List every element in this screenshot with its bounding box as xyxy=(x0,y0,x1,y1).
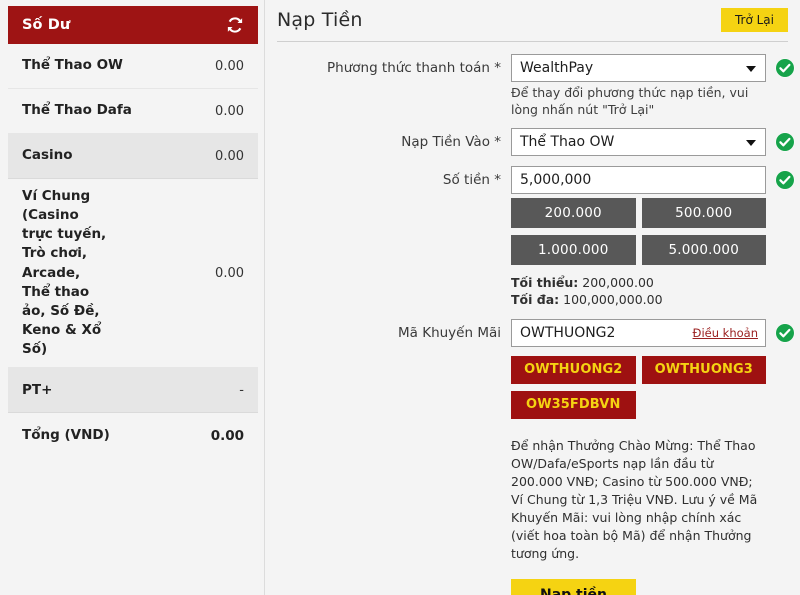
balance-header: Số Dư xyxy=(8,6,258,44)
promo-input[interactable]: OWTHUONG2 Điều khoản xyxy=(511,318,766,347)
balance-row-casino: Casino 0.00 xyxy=(8,134,258,179)
balance-row-ptplus: PT+ - xyxy=(8,368,258,414)
check-circle-icon xyxy=(775,132,795,152)
max-amount-value: 100,000,000.00 xyxy=(563,292,663,308)
balance-row-shared-wallet: Ví Chung (Casino trực tuyến, Trò chơi, A… xyxy=(8,179,258,369)
promo-code-group: OWTHUONG2 OWTHUONG3 OW35FDBVN xyxy=(511,355,766,419)
balance-row-sports-dafa: Thể Thao Dafa 0.00 xyxy=(8,89,258,134)
min-amount-label: Tối thiểu: xyxy=(511,275,579,290)
promo-field: OWTHUONG2 Điều khoản OWTHUONG2 OWTHUONG3… xyxy=(511,318,795,595)
chevron-down-icon xyxy=(746,140,756,146)
min-amount-line: Tối thiểu: 200,000.00 xyxy=(511,274,788,291)
balance-label: PT+ xyxy=(22,381,53,398)
balance-value: - xyxy=(239,382,244,398)
deposit-to-row: Nạp Tiền Vào * Thể Thao OW xyxy=(277,128,795,156)
back-button[interactable]: Trở Lại xyxy=(720,8,788,32)
deposit-to-label: Nạp Tiền Vào * xyxy=(401,134,501,150)
payment-method-label: Phương thức thanh toán * xyxy=(327,60,501,76)
balance-value: 0.00 xyxy=(215,58,244,74)
amount-limits: Tối thiểu: 200,000.00 Tối đa: 100,000,00… xyxy=(511,274,788,309)
balance-label: Ví Chung (Casino trực tuyến, Trò chơi, A… xyxy=(22,188,107,358)
max-amount-label: Tối đa: xyxy=(511,292,560,308)
quick-amount-group: 200.000 500.000 1.000.000 5.000.000 xyxy=(511,198,766,265)
deposit-to-select[interactable]: Thể Thao OW xyxy=(511,128,766,156)
amount-field: 5,000,000 200.000 500.000 1.000.000 5.00… xyxy=(511,166,795,309)
amount-value: 5,000,000 xyxy=(520,172,592,188)
balance-value: 0.00 xyxy=(215,103,244,119)
payment-method-row: Phương thức thanh toán * WealthPay Để th… xyxy=(277,54,795,118)
payment-method-value: WealthPay xyxy=(520,60,594,76)
promo-terms-link[interactable]: Điều khoản xyxy=(693,326,758,340)
quick-amount-button[interactable]: 1.000.000 xyxy=(511,235,636,265)
promo-code-button[interactable]: OW35FDBVN xyxy=(511,390,636,419)
check-circle-icon xyxy=(775,170,795,190)
refresh-icon[interactable] xyxy=(226,16,244,34)
balance-sidebar: Số Dư Thể Thao OW 0.00 Thể Thao Dafa 0.0… xyxy=(0,0,265,595)
payment-method-hint: Để thay đổi phương thức nạp tiền, vui lò… xyxy=(511,85,749,117)
balance-row-total: Tổng (VND) 0.00 xyxy=(8,413,258,459)
balance-label: Casino xyxy=(22,147,73,164)
amount-input[interactable]: 5,000,000 xyxy=(511,166,766,194)
welcome-bonus-notice: Để nhận Thưởng Chào Mừng: Thể Thao OW/Da… xyxy=(511,437,758,562)
balance-label: Thể Thao OW xyxy=(22,57,123,74)
payment-method-select[interactable]: WealthPay xyxy=(511,54,766,82)
check-circle-icon xyxy=(775,58,795,78)
balance-row-sports-ow: Thể Thao OW 0.00 xyxy=(8,44,258,89)
quick-amount-button[interactable]: 5.000.000 xyxy=(641,235,766,265)
deposit-page: Số Dư Thể Thao OW 0.00 Thể Thao Dafa 0.0… xyxy=(0,0,800,595)
quick-amount-button[interactable]: 200.000 xyxy=(511,198,636,228)
promo-code-button[interactable]: OWTHUONG2 xyxy=(511,355,636,384)
deposit-to-field: Thể Thao OW xyxy=(511,128,795,156)
chevron-down-icon xyxy=(746,66,756,72)
amount-label: Số tiền * xyxy=(442,172,501,188)
promo-code-button[interactable]: OWTHUONG3 xyxy=(641,355,766,384)
balance-total-label: Tổng (VND) xyxy=(22,427,110,444)
payment-method-field: WealthPay Để thay đổi phương thức nạp ti… xyxy=(511,54,795,118)
page-header: Nạp Tiền Trở Lại xyxy=(277,8,788,42)
balance-value: 0.00 xyxy=(215,265,244,281)
promo-value: OWTHUONG2 xyxy=(520,324,616,341)
balance-label: Thể Thao Dafa xyxy=(22,102,132,119)
amount-row: Số tiền * 5,000,000 200.000 500.000 1.00… xyxy=(277,166,795,309)
submit-deposit-button[interactable]: Nạp tiền xyxy=(511,579,636,595)
min-amount-value: 200,000.00 xyxy=(582,275,654,290)
balance-value: 0.00 xyxy=(215,148,244,164)
promo-label: Mã Khuyến Mãi xyxy=(398,324,501,341)
balance-total-value: 0.00 xyxy=(210,427,244,444)
balance-title: Số Dư xyxy=(22,17,71,33)
promo-row: Mã Khuyến Mãi OWTHUONG2 Điều khoản OWTHU… xyxy=(277,318,795,595)
check-circle-icon xyxy=(775,323,795,343)
deposit-to-value: Thể Thao OW xyxy=(520,134,615,150)
deposit-form-panel: Nạp Tiền Trở Lại Phương thức thanh toán … xyxy=(265,0,800,595)
page-title: Nạp Tiền xyxy=(277,9,363,31)
quick-amount-button[interactable]: 500.000 xyxy=(641,198,766,228)
max-amount-line: Tối đa: 100,000,000.00 xyxy=(511,291,788,308)
